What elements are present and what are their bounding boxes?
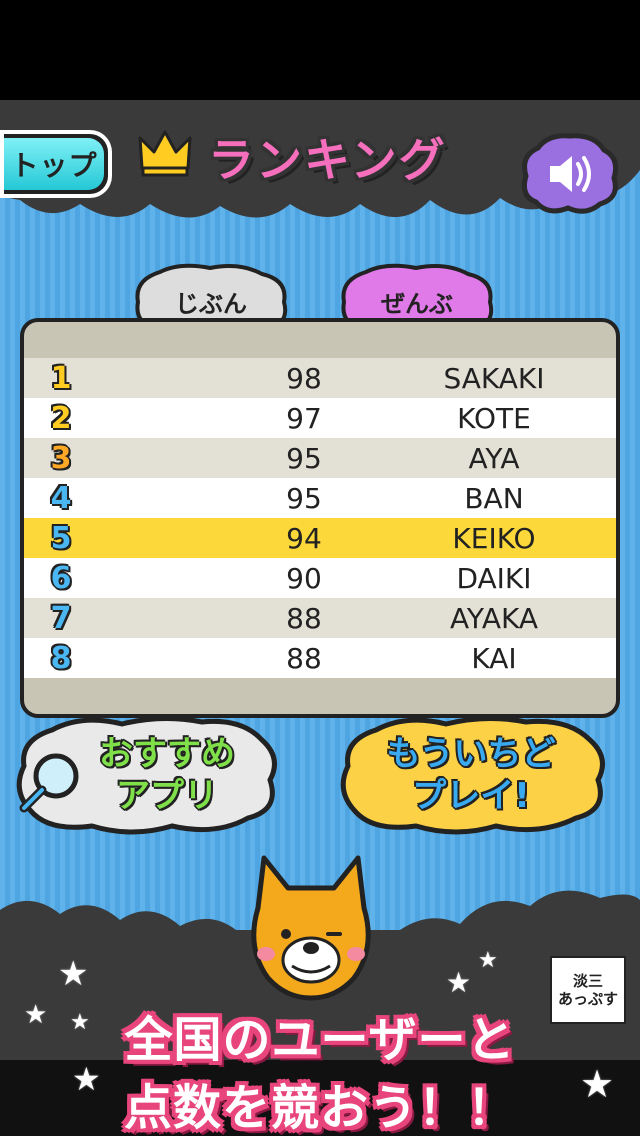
rank-number: 4 — [50, 480, 72, 516]
rank-score: 95 — [286, 481, 322, 515]
recommend-apps-button[interactable]: おすすめ アプリ — [12, 714, 282, 836]
promo-line2: 点数を競おう！！ — [123, 1080, 516, 1136]
recommend-label-line1: おすすめ — [99, 734, 235, 774]
top-button[interactable]: トップ — [0, 130, 112, 198]
rank-name: KEIKO — [452, 521, 536, 555]
rank-number: 3 — [50, 440, 72, 476]
replay-label-line2: プレイ! — [412, 776, 530, 816]
crown-icon — [138, 130, 192, 177]
bear-mascot-icon — [251, 855, 371, 1001]
sound-button[interactable] — [520, 132, 620, 214]
rank-score: 90 — [286, 561, 322, 595]
rank-number: 2 — [50, 400, 72, 436]
ranking-row: 6 90 DAIKI — [24, 558, 616, 598]
rank-score: 94 — [286, 521, 322, 555]
ranking-row: 7 88 AYAKA — [24, 598, 616, 638]
rank-number: 1 — [50, 360, 72, 396]
ranking-list: 1 98 SAKAKI 2 97 KOTE 3 95 AYA 4 95 BAN … — [24, 358, 616, 678]
rank-name: DAIKI — [456, 561, 532, 595]
rank-name: SAKAKI — [443, 361, 545, 395]
rank-score: 98 — [286, 361, 322, 395]
recommend-label-line2: アプリ — [116, 776, 218, 816]
ranking-row: 1 98 SAKAKI — [24, 358, 616, 398]
rank-name: BAN — [464, 481, 524, 515]
ranking-board: 1 98 SAKAKI 2 97 KOTE 3 95 AYA 4 95 BAN … — [20, 318, 620, 718]
replay-label-line1: もういちど — [386, 734, 556, 774]
rank-name: AYA — [468, 441, 520, 475]
ranking-row: 2 97 KOTE — [24, 398, 616, 438]
rank-score: 97 — [286, 401, 322, 435]
star-icon: ★ — [446, 966, 472, 999]
star-icon: ★ — [478, 948, 498, 973]
rank-score: 95 — [286, 441, 322, 475]
ranking-row: 4 95 BAN — [24, 478, 616, 518]
rank-number: 8 — [50, 640, 72, 676]
ranking-row-highlighted: 5 94 KEIKO — [24, 518, 616, 558]
rank-name: KOTE — [457, 401, 531, 435]
rank-score: 88 — [286, 601, 322, 635]
rank-name: KAI — [471, 641, 517, 675]
star-icon: ★ — [58, 954, 89, 994]
replay-button[interactable]: もういちど プレイ! — [336, 714, 606, 836]
top-status-area — [0, 0, 640, 100]
logo-line1: 淡三 — [572, 972, 603, 990]
rank-number: 6 — [50, 560, 72, 596]
ranking-row: 8 88 KAI — [24, 638, 616, 678]
top-button-label: トップ — [4, 138, 104, 190]
ranking-row: 3 95 AYA — [24, 438, 616, 478]
rank-score: 88 — [286, 641, 322, 675]
rank-name: AYAKA — [449, 601, 539, 635]
rank-number: 7 — [50, 600, 72, 636]
rank-number: 5 — [50, 520, 72, 556]
page-title: ランキング — [208, 133, 447, 187]
game-screen: トップ ランキング じぶん ぜんぶ 1 98 SAKAKI 2 97 KOTE … — [0, 0, 640, 1136]
promo-line1: 全国のユーザーと — [124, 1012, 516, 1068]
